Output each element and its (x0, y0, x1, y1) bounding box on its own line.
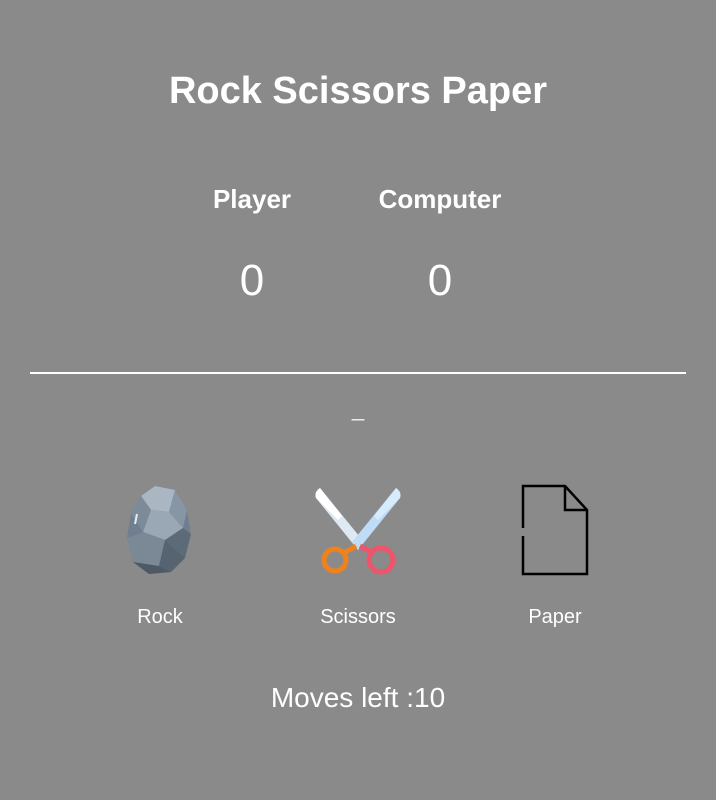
paper-choice-button[interactable]: Paper (475, 484, 635, 634)
rock-icon (127, 486, 191, 574)
paper-label: Paper (528, 606, 582, 628)
computer-label: Computer (378, 184, 502, 214)
game-card: Rock Scissors Paper Player Computer 0 0 … (0, 0, 716, 800)
paper-icon (521, 484, 589, 576)
rock-choice-button[interactable]: Rock (80, 484, 240, 634)
scissors-icon (315, 488, 401, 575)
computer-score: 0 (427, 256, 453, 305)
moves-left-label: Moves left : (270, 682, 414, 713)
scissors-choice-button[interactable]: Scissors (278, 484, 438, 634)
divider (30, 372, 686, 374)
player-label: Player (212, 184, 292, 214)
round-result: _ (351, 396, 365, 421)
game-title: Rock Scissors Paper (168, 70, 548, 112)
scissors-label: Scissors (320, 606, 396, 628)
player-score: 0 (239, 256, 265, 305)
rock-label: Rock (137, 606, 183, 628)
moves-left-count: 10 (414, 682, 446, 713)
moves-left: Moves left :10 (0, 682, 716, 714)
